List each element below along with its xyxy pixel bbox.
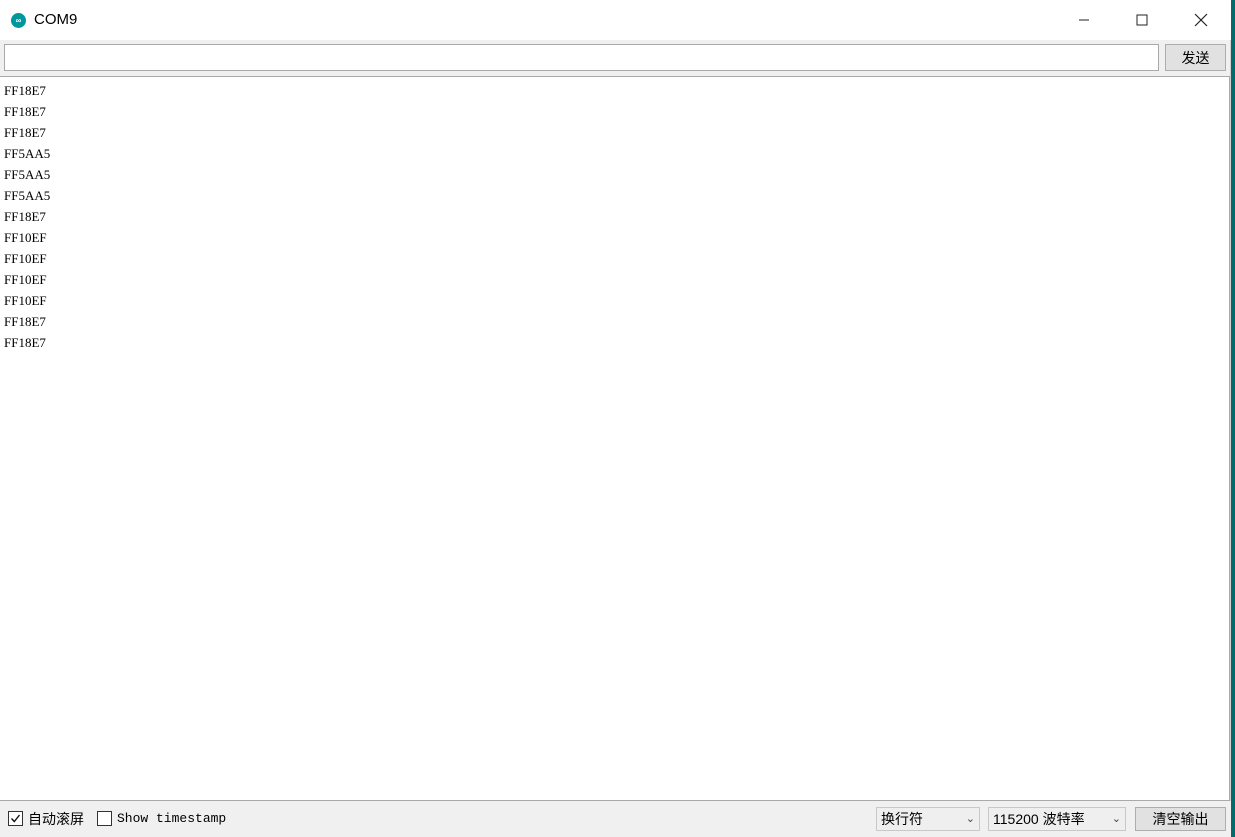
output-line: FF5AA5 (4, 167, 51, 182)
chevron-down-icon: ⌄ (965, 813, 975, 825)
show-timestamp-label: Show timestamp (117, 811, 227, 826)
serial-monitor-window: ∞ COM9 发送 FF18E7 FF18E7 FF18E7 FF5AA5 FF5AA5… (0, 0, 1231, 837)
output-line: FF10EF (4, 293, 47, 308)
output-lines: FF18E7 FF18E7 FF18E7 FF5AA5 FF5AA5 FF5AA5 FF18… (4, 83, 50, 356)
send-button[interactable]: 发送 (1165, 44, 1226, 71)
title-bar: ∞ COM9 (0, 0, 1231, 40)
send-input[interactable] (4, 44, 1159, 71)
output-line: FF18E7 (4, 104, 46, 119)
output-line: FF10EF (4, 251, 47, 266)
show-timestamp-checkbox[interactable] (97, 811, 112, 826)
line-ending-value: 换行符 (881, 811, 923, 827)
clear-output-button[interactable]: 清空输出 (1135, 807, 1226, 831)
output-line: FF10EF (4, 230, 47, 245)
line-ending-select[interactable]: 换行符 ⌄ (876, 807, 980, 831)
autoscroll-label: 自动滚屏 (28, 811, 84, 827)
window-title: COM9 (34, 11, 78, 28)
maximize-icon (1136, 14, 1148, 26)
maximize-button[interactable] (1113, 0, 1171, 40)
baud-rate-select[interactable]: 115200 波特率 ⌄ (988, 807, 1126, 831)
output-line: FF10EF (4, 272, 47, 287)
output-line: FF18E7 (4, 83, 46, 98)
output-line: FF18E7 (4, 125, 46, 140)
background-window-edge (1231, 0, 1235, 837)
arduino-logo-icon: ∞ (11, 13, 26, 28)
autoscroll-checkbox[interactable] (8, 811, 23, 826)
output-line: FF5AA5 (4, 188, 51, 203)
chevron-down-icon: ⌄ (1111, 813, 1121, 825)
close-button[interactable] (1172, 0, 1230, 40)
close-icon (1194, 13, 1208, 27)
checkmark-icon (10, 814, 21, 823)
baud-rate-value: 115200 波特率 (993, 811, 1085, 827)
output-line: FF18E7 (4, 335, 46, 350)
minimize-button[interactable] (1055, 0, 1113, 40)
output-line: FF5AA5 (4, 146, 51, 161)
serial-output-area[interactable]: FF18E7 FF18E7 FF18E7 FF5AA5 FF5AA5 FF5AA5 FF18… (0, 76, 1230, 801)
output-line: FF18E7 (4, 209, 46, 224)
minimize-icon (1079, 19, 1089, 21)
output-line: FF18E7 (4, 314, 46, 329)
